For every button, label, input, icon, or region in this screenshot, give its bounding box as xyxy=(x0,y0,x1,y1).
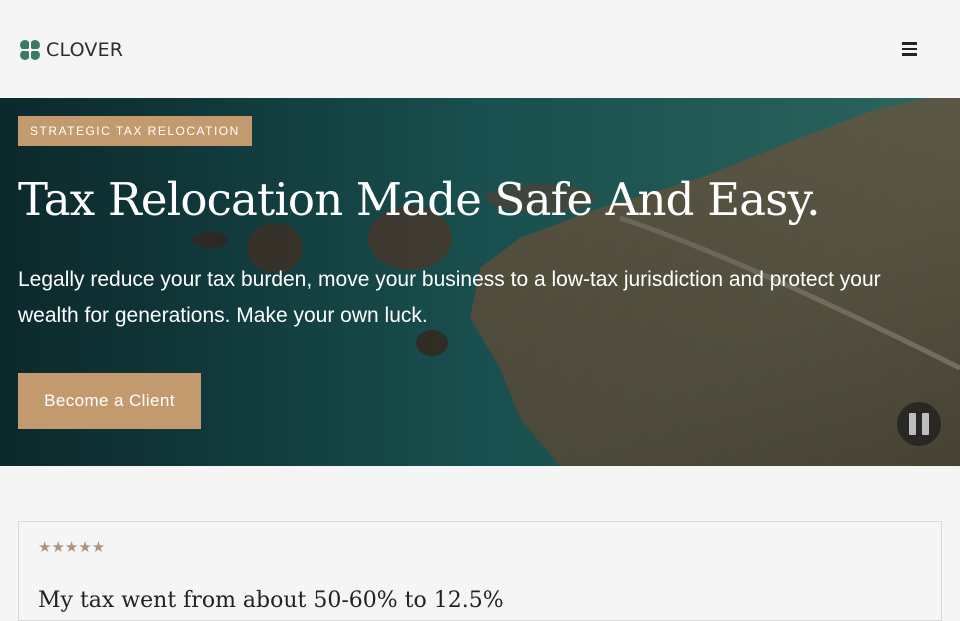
review-text: My tax went from about 50-60% to 12.5% xyxy=(38,588,504,613)
pause-icon[interactable] xyxy=(897,402,941,446)
star-rating: ★★★★★ xyxy=(38,538,106,556)
logo-text: CLOVER xyxy=(46,39,124,61)
hero-subtitle: Legally reduce your tax burden, move you… xyxy=(18,268,881,327)
eyebrow-badge: STRATEGIC TAX RELOCATION xyxy=(18,116,252,146)
become-client-button[interactable]: Become a Client xyxy=(18,373,201,429)
hero-title: Tax Relocation Made Safe And Easy. xyxy=(18,173,821,226)
clover-logo-icon xyxy=(19,39,41,61)
review-card: ★★★★★ My tax went from about 50-60% to 1… xyxy=(18,521,942,621)
hero-section: STRATEGIC TAX RELOCATION Tax Relocation … xyxy=(0,98,960,466)
clover-logo[interactable]: CLOVER xyxy=(19,38,123,62)
hamburger-menu-icon[interactable] xyxy=(896,36,922,62)
site-header: CLOVER xyxy=(0,0,960,98)
